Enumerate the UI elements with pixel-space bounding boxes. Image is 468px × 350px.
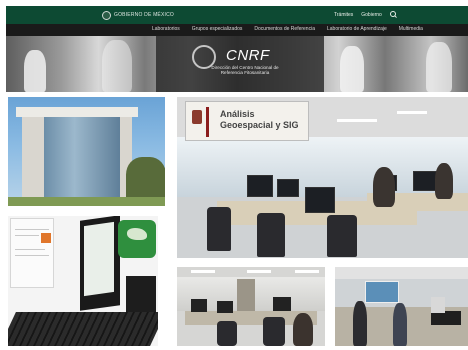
hero-center-panel <box>156 36 324 92</box>
hero-banner: CNRF Dirección del Centro Nacional de Re… <box>6 36 468 92</box>
search-icon[interactable] <box>389 11 397 18</box>
gov-logo[interactable]: GOBIERNO DE MÉXICO <box>102 10 174 21</box>
gov-seal-icon <box>102 11 111 20</box>
hero-acronym: CNRF <box>226 47 270 64</box>
gov-logo-text: GOBIERNO DE MÉXICO <box>114 12 174 18</box>
workstation-photo <box>8 216 158 346</box>
hero-scientist-photo <box>340 46 364 92</box>
keyboard-image <box>8 312 158 346</box>
nav-item-laboratorios[interactable]: Laboratorios <box>152 26 180 32</box>
hero-microscope-photo <box>426 42 452 92</box>
top-gov-bar: GOBIERNO DE MÉXICO Trámites Gobierno <box>6 6 468 24</box>
nav-item-multimedia[interactable]: Multimedia <box>399 26 423 32</box>
top-links: Trámites Gobierno <box>334 11 397 18</box>
geospatial-lab-photo: Análisis Geoespacial y SIG <box>177 97 468 258</box>
main-nav: Laboratorios Grupos especializados Docum… <box>6 24 468 36</box>
top-link-tramites[interactable]: Trámites <box>334 12 353 18</box>
hero-person-photo <box>24 50 46 92</box>
lab-banner: Análisis Geoespacial y SIG <box>185 101 309 141</box>
cnrf-logo <box>118 220 156 258</box>
computer-room-photo <box>177 267 325 346</box>
building-photo <box>8 97 165 206</box>
nav-item-documentos[interactable]: Documentos de Referencia <box>254 26 315 32</box>
lab-banner-title: Análisis Geoespacial y SIG <box>220 109 299 130</box>
presentation-photo <box>335 267 468 346</box>
projection-screen <box>365 281 399 303</box>
mexico-map-icon <box>127 228 147 240</box>
banner-seal-icon <box>192 110 202 124</box>
hero-lab-photo <box>102 40 132 92</box>
document-sheet <box>10 218 54 288</box>
hero-subtitle: Dirección del Centro Nacional de Referen… <box>211 65 279 75</box>
nav-item-aprendizaje[interactable]: Laboratorio de Aprendizaje <box>327 26 387 32</box>
top-link-gobierno[interactable]: Gobierno <box>361 12 382 18</box>
nav-item-grupos[interactable]: Grupos especializados <box>192 26 243 32</box>
